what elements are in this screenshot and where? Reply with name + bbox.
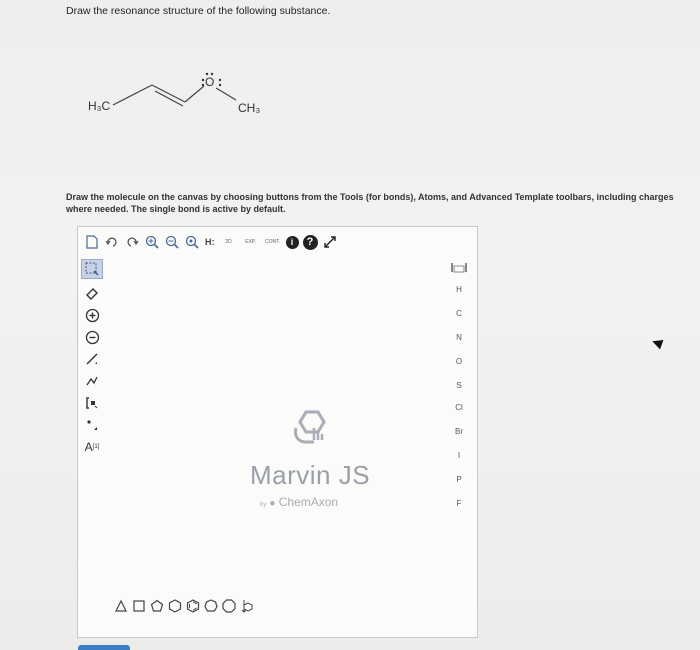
periodic-table-icon[interactable] [449,263,469,279]
template-toolbar [114,599,254,613]
submit-button[interactable] [78,645,130,650]
cyclooctane-template-icon[interactable] [222,599,236,613]
select-tool-icon[interactable] [81,259,103,279]
instructions-text: Draw the molecule on the canvas by choos… [66,192,674,214]
cycloheptane-template-icon[interactable] [204,599,218,613]
marvin-logo-icon [294,410,326,444]
expand-button[interactable]: EXP. [242,234,260,250]
question-text: Draw the resonance structure of the foll… [66,5,331,17]
atom-button-n[interactable]: N [449,333,469,349]
atom-button-p[interactable]: P [449,475,469,491]
molecule-left-label: H₃C [88,99,111,113]
bond-3 [184,85,205,103]
help-icon[interactable]: ? [302,234,318,250]
eraser-icon[interactable] [81,283,103,303]
atom-button-c[interactable]: C [449,309,469,325]
atom-button-cl[interactable]: Cl [449,403,469,419]
molecule-right-label: CH₃ [238,101,260,115]
chemaxon-by: by [260,502,267,508]
single-bond-icon[interactable] [81,349,103,369]
benzene-template-icon[interactable] [186,599,200,613]
bracket-tool-icon[interactable] [81,393,103,413]
chemaxon-brand: by ● ChemAxon [260,495,338,509]
lone-pair-tool-icon[interactable] [81,415,103,435]
cyclobutane-template-icon[interactable] [132,599,146,613]
atom-button-o[interactable]: O [449,357,469,373]
lone-pair-dot [205,72,209,76]
atom-button-h[interactable]: H [449,285,469,301]
oxygen-atom: O [205,75,214,89]
new-document-icon[interactable] [84,234,100,250]
cyclopentane-template-icon[interactable] [150,599,164,613]
atom-button-br[interactable]: Br [449,427,469,443]
bond-2-double-a [151,84,186,103]
chain-tool-icon[interactable] [81,371,103,391]
atom-label-tool[interactable]: A [1] [81,437,103,457]
undo-icon[interactable] [104,234,120,250]
zoom-fit-icon[interactable] [184,234,200,250]
hydrogen-toggle-button[interactable]: H: [204,234,216,250]
lone-pair-dot [218,83,222,87]
info-icon[interactable]: i [285,235,299,249]
zoom-out-icon[interactable] [164,234,180,250]
lone-pair-dot [218,78,222,82]
cyclohexane-template-icon[interactable] [168,599,182,613]
lone-pair-dot [210,72,214,76]
cyclopropane-template-icon[interactable] [114,599,128,613]
template-library-icon[interactable] [240,599,254,613]
contract-button[interactable]: CONT. [264,234,282,250]
zoom-in-icon[interactable] [144,234,160,250]
positive-charge-icon[interactable] [81,305,103,325]
lone-pair-dot [201,78,205,82]
atom-button-s[interactable]: S [449,381,469,397]
fullscreen-arrow-icon[interactable] [322,234,338,250]
negative-charge-icon[interactable] [81,327,103,347]
molecule-structure: H₃C O CH₃ [88,72,260,115]
mouse-cursor-icon [650,336,664,350]
marvin-js-title: Marvin JS [250,460,371,490]
atom-button-f[interactable]: F [449,499,469,515]
atom-label-a: A [84,440,93,454]
redo-icon[interactable] [124,234,140,250]
clean-2d-button[interactable]: 2D [220,234,238,250]
atom-map-label: [1] [92,444,100,450]
chemaxon-name: ChemAxon [278,495,339,509]
marvin-editor: H: 2D EXP. CONT. i ? A [1] Marvin JS by … [77,226,478,638]
bond-1 [112,84,153,106]
lone-pair-dot [201,83,205,87]
chemaxon-logo-icon: ● [269,498,276,509]
atom-button-i[interactable]: I [449,451,469,467]
bond-4 [215,87,237,101]
top-toolbar: H: 2D EXP. CONT. i ? [78,227,477,257]
drawing-canvas[interactable]: Marvin JS by ● ChemAxon [108,259,446,599]
